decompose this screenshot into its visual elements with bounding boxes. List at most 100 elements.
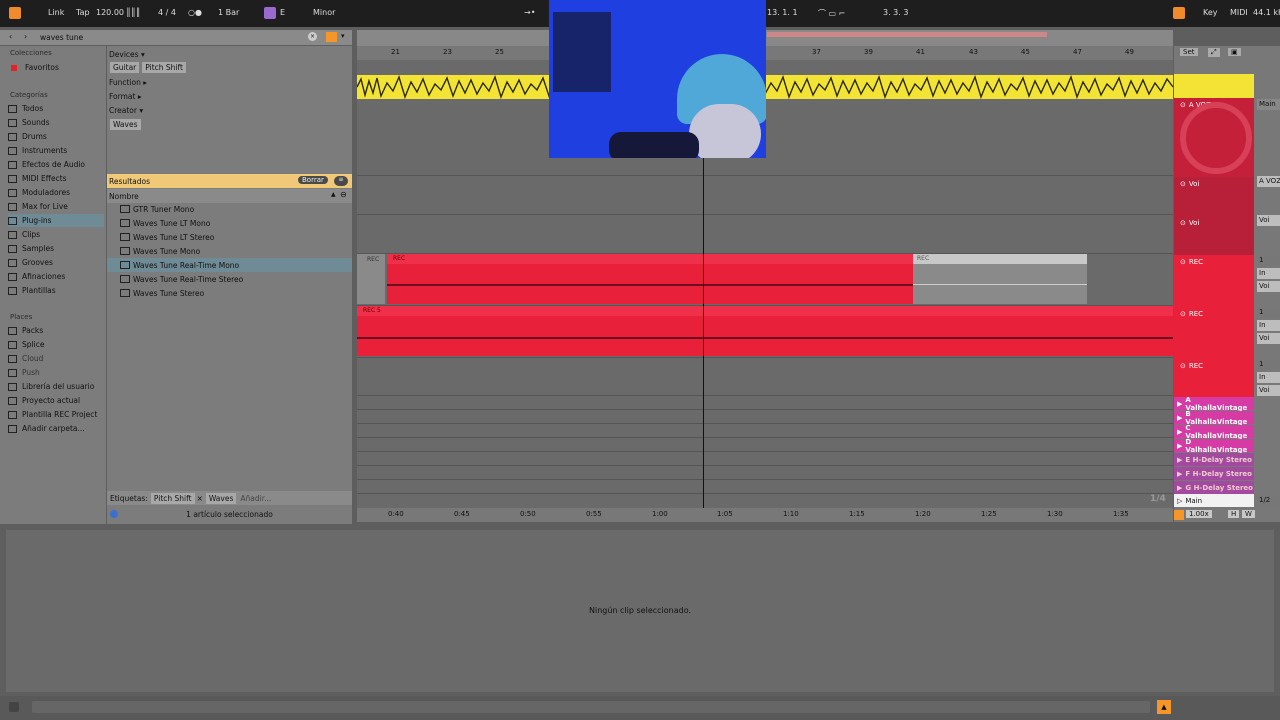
view-toggle-icon[interactable] [9,7,21,19]
sidebar-item-instruments[interactable]: Instruments [8,144,104,157]
voz-track-top[interactable] [1174,74,1254,98]
sidebar-item-packs[interactable]: Packs [8,324,104,337]
sidebar-item-sounds[interactable]: Sounds [8,116,104,129]
sidebar-item-modulators[interactable]: Moduladores [8,186,104,199]
fold-icon[interactable]: ⊙ [1180,258,1186,266]
return-track-g[interactable]: ▶ G H-Delay Stereo [1174,481,1254,494]
filter-function[interactable]: Function ▸ [107,75,352,89]
w-button[interactable]: W [1242,510,1255,518]
rec-clip[interactable]: REC [387,254,913,304]
sidebar-item-todos[interactable]: Todos [8,102,104,115]
sort-icon[interactable]: ▲ [331,191,336,198]
track-rec-1[interactable]: ⊙ REC [1174,255,1254,307]
remove-tag-icon[interactable]: × [197,494,203,503]
tag-waves[interactable]: Waves [110,118,141,130]
rec-clip-grey[interactable]: REC [913,254,1087,304]
link-button[interactable]: Link [48,8,64,17]
loop-length[interactable]: 3. 3. 3 [883,8,908,17]
scale-select[interactable]: Minor [313,8,335,17]
clear-search-icon[interactable]: × [308,32,317,41]
return-track-a[interactable]: ▶ A ValhallaVintage [1174,396,1254,412]
pencil-icon[interactable] [1173,7,1185,19]
column-options-icon[interactable]: ⊖ [340,190,347,199]
return-track-b[interactable]: ▶ B ValhallaVintage [1174,410,1254,426]
sidebar-item-audio-effects[interactable]: Efectos de Audio [8,158,104,171]
result-item[interactable]: Waves Tune Real-Time Stereo [107,272,352,286]
metronome-icon[interactable]: ○● [188,8,202,17]
return-track-e[interactable]: ▶ E H-Delay Stereo [1174,453,1254,466]
sidebar-item-drums[interactable]: Drums [8,130,104,143]
sidebar-item-plugins[interactable]: Plug-ins [8,214,104,227]
fold-icon[interactable]: ⊙ [1180,180,1186,188]
track-rec-3[interactable]: ⊙ REC [1174,359,1254,397]
fold-icon[interactable]: ⊙ [1180,362,1186,370]
sidebar-item-cloud[interactable]: Cloud [8,352,104,365]
status-toggle-icon[interactable] [9,702,19,712]
main-track[interactable]: ▷ Main [1174,494,1254,507]
expand-icon[interactable]: ⤢ [1208,48,1220,57]
tag-guitar[interactable]: Guitar [110,61,140,73]
tap-button[interactable]: Tap [76,8,90,17]
result-item[interactable]: Waves Tune Mono [107,244,352,258]
time-signature[interactable]: 4 / 4 [158,8,176,17]
monitor-in-button[interactable]: In [1257,268,1280,279]
column-header-name[interactable]: Nombre ▲ ⊖ [107,189,352,203]
tag-pitch-shift[interactable]: Pitch Shift [142,61,186,73]
follow-icon[interactable]: →• [524,8,535,17]
sidebar-item-grooves[interactable]: Grooves [8,256,104,269]
sidebar-item-samples[interactable]: Samples [8,242,104,255]
expand-up-icon[interactable]: ▲ [1157,700,1171,714]
output-main[interactable]: 1/2 [1257,495,1280,506]
sidebar-item-current-project[interactable]: Proyecto actual [8,394,104,407]
filter-format[interactable]: Format ▸ [107,89,352,103]
output-voz[interactable]: A VOZ [1257,176,1280,187]
track-voi-1[interactable]: ⊙ Voi [1174,177,1254,216]
info-icon[interactable] [110,510,118,518]
output-vol[interactable]: Voi [1257,281,1280,292]
output-voi[interactable]: Voi [1257,215,1280,226]
sidebar-item-push[interactable]: Push [8,366,104,379]
sidebar-item-splice[interactable]: Splice [8,338,104,351]
filter-devices[interactable]: Devices ▾ [107,47,352,61]
sidebar-item-midi-effects[interactable]: MIDI Effects [8,172,104,185]
overdub-icon[interactable] [1174,510,1184,520]
result-item[interactable]: GTR Tuner Mono [107,202,352,216]
tempo-field[interactable]: 120.00 [96,8,124,17]
midi-map-button[interactable]: MIDI [1230,8,1248,17]
track-voi-2[interactable]: ⊙ Voi [1174,216,1254,255]
output-vol[interactable]: Voi [1257,385,1280,396]
result-item[interactable]: Waves Tune LT Stereo [107,230,352,244]
sidebar-item-templates[interactable]: Plantillas [8,284,104,297]
fold-icon[interactable]: ⊙ [1180,310,1186,318]
return-track-d[interactable]: ▶ D ValhallaVintage [1174,438,1254,454]
filter-creator[interactable]: Creator ▾ [107,103,352,117]
monitor-in-button[interactable]: In [1257,320,1280,331]
search-input[interactable]: waves tune [40,33,83,42]
sidebar-item-max-for-live[interactable]: Max for Live [8,200,104,213]
key-map-button[interactable]: Key [1203,8,1218,17]
quantize-menu[interactable]: 1 Bar [218,8,239,17]
fold-icon[interactable]: ⊙ [1180,219,1186,227]
output-vol[interactable]: Voi [1257,333,1280,344]
time-ruler[interactable]: 0:40 0:45 0:50 0:55 1:00 1:05 1:10 1:15 … [357,508,1173,522]
rec5-clip[interactable]: REC 5 [357,306,1173,356]
return-track-f[interactable]: ▶ F H-Delay Stereo [1174,467,1254,480]
grey-clip-fragment[interactable]: REC [357,254,385,304]
sidebar-item-favoritos[interactable]: Favoritos [8,61,104,74]
input-channel[interactable]: 1 [1257,307,1280,318]
chevron-down-icon[interactable]: ▾ [341,32,345,40]
result-item[interactable]: Waves Tune LT Mono [107,216,352,230]
input-channel[interactable]: 1 [1257,255,1280,266]
sidebar-item-rec-project[interactable]: Plantilla REC Project [8,408,104,421]
output-main-top[interactable]: Main [1257,99,1280,110]
tag-waves[interactable]: Waves [205,492,237,504]
sidebar-item-user-library[interactable]: Librería del usuario [8,380,104,393]
zoom-value[interactable]: 1.00x [1186,510,1212,518]
clear-button[interactable]: Borrar [298,176,328,184]
result-item[interactable]: Waves Tune Stereo [107,286,352,300]
result-item-selected[interactable]: Waves Tune Real-Time Mono [107,258,352,272]
fold-icon[interactable]: ⊙ [1180,101,1186,109]
add-tag-button[interactable]: Añadir... [240,494,271,503]
sidebar-item-add-folder[interactable]: Añadir carpeta... [8,422,104,435]
tag-pitch-shift[interactable]: Pitch Shift [150,492,195,504]
